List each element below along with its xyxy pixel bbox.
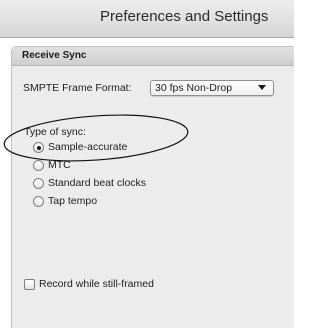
smpte-frame-format-label: SMPTE Frame Format: xyxy=(23,82,132,94)
sync-option-label: MTC xyxy=(48,159,71,171)
smpte-frame-format-value: 30 fps Non-Drop xyxy=(155,82,233,94)
record-while-still-framed-checkbox[interactable] xyxy=(24,279,35,290)
type-of-sync-label: Type of sync: xyxy=(24,126,86,138)
sync-option-label: Standard beat clocks xyxy=(48,177,147,189)
window-title: Preferences and Settings xyxy=(100,8,269,25)
radio-sample-accurate[interactable] xyxy=(33,142,44,153)
radio-mtc[interactable] xyxy=(33,160,44,171)
record-while-still-framed-label: Record while still-framed xyxy=(39,278,154,290)
panel-header-title: Receive Sync xyxy=(22,50,87,61)
radio-standard-beat-clocks[interactable] xyxy=(33,178,44,189)
title-bar: Preferences and Settings xyxy=(0,0,294,38)
chevron-down-icon xyxy=(258,85,266,90)
preferences-window: Preferences and Settings Receive Sync SM… xyxy=(0,0,294,328)
panel-header: Receive Sync xyxy=(12,47,294,66)
smpte-frame-format-select[interactable]: 30 fps Non-Drop xyxy=(150,80,274,96)
radio-tap-tempo[interactable] xyxy=(33,196,44,207)
sync-option-label: Sample-accurate xyxy=(48,141,128,153)
sync-option-label: Tap tempo xyxy=(48,195,98,207)
